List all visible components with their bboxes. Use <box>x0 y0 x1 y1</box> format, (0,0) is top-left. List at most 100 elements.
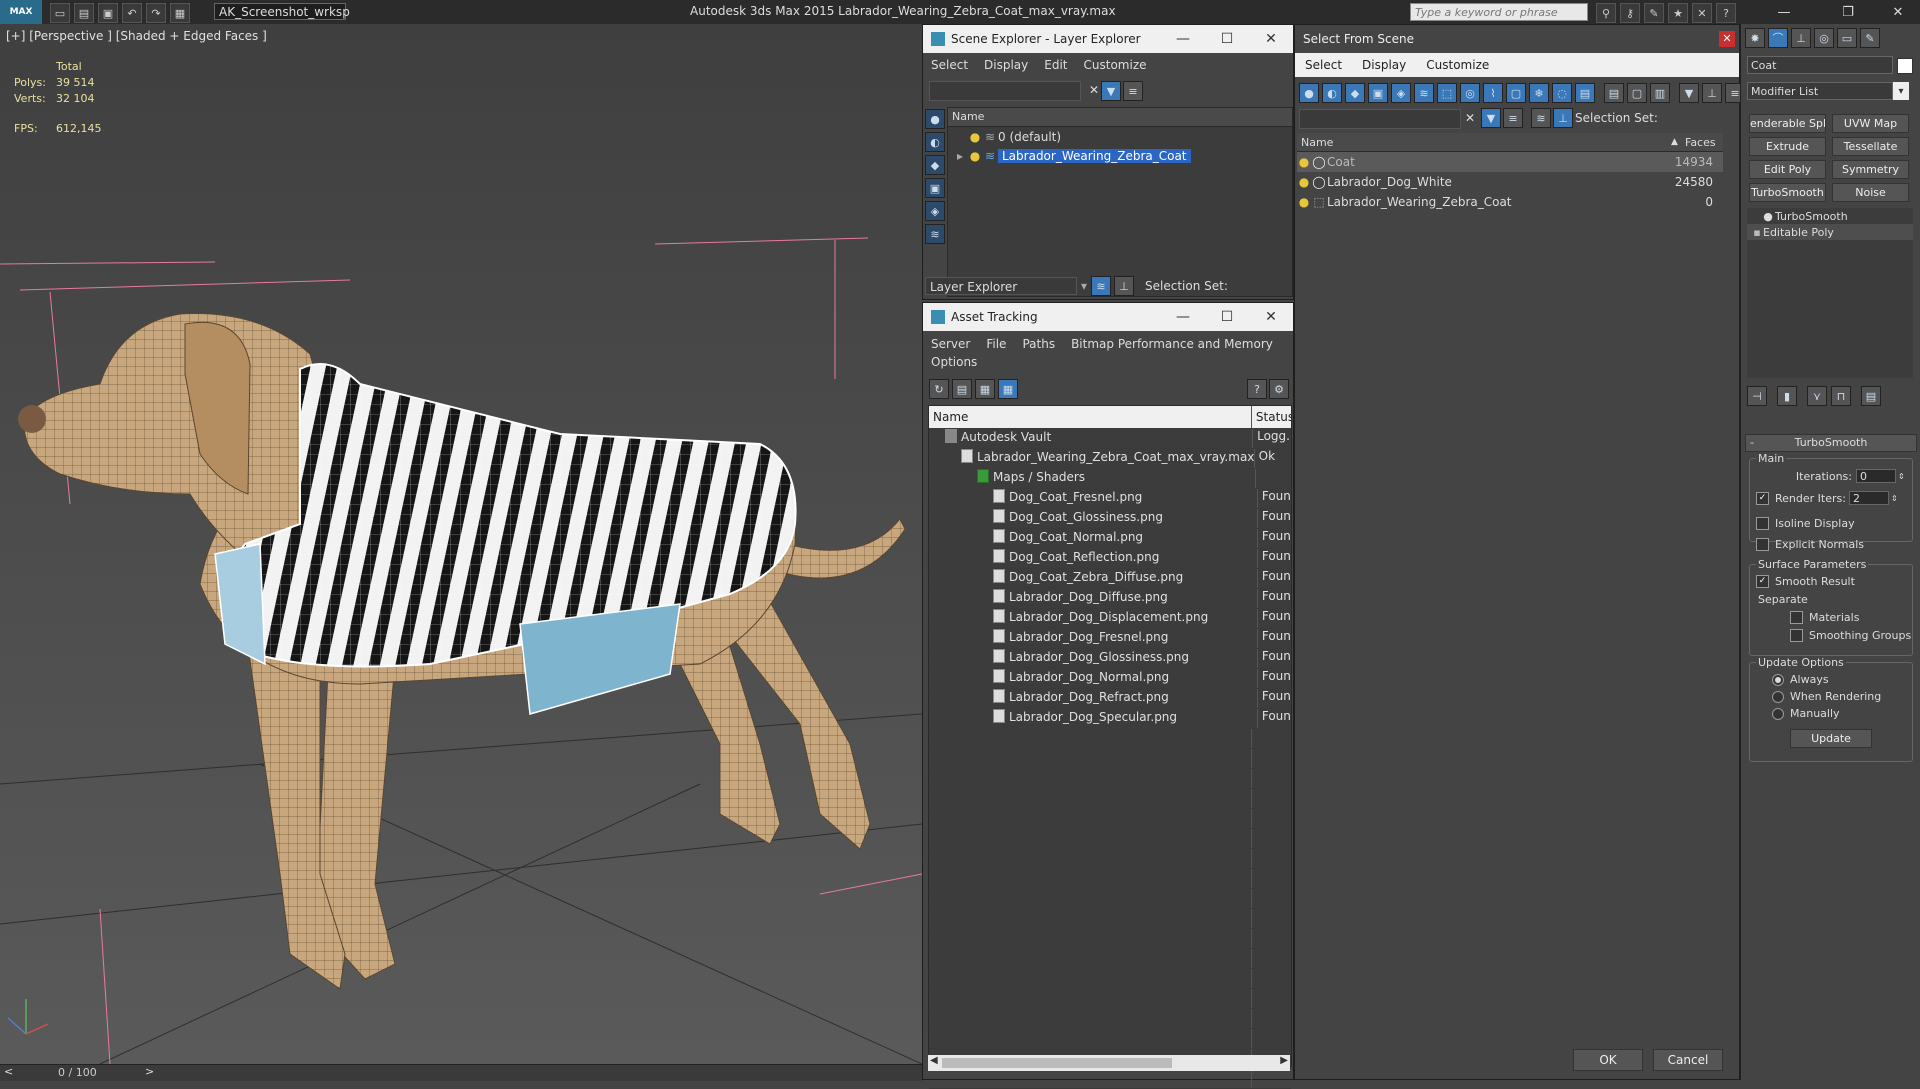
layer-tool-icon[interactable]: ≡ <box>1123 81 1143 101</box>
select-search-input[interactable] <box>1299 109 1461 129</box>
star-icon[interactable]: ★ <box>1668 3 1688 23</box>
display-groups-icon[interactable]: ⬚ <box>1437 83 1457 103</box>
asset-row[interactable]: Labrador_Dog_Specular.png Found <box>929 709 1291 729</box>
display-all-icon[interactable]: ▤ <box>1575 83 1595 103</box>
configure-sets-icon[interactable]: ▤ <box>1861 386 1881 406</box>
smooth-result-checkbox[interactable]: ✓ <box>1756 575 1769 588</box>
column-header-faces[interactable]: Faces <box>1681 136 1716 149</box>
search-input[interactable]: Type a keyword or phrase <box>1410 3 1588 21</box>
bulb-icon[interactable]: ● <box>1761 210 1775 223</box>
x-icon[interactable]: ✕ <box>1692 3 1712 23</box>
object-row-coat[interactable]: ● ◯ Coat 14934 <box>1297 152 1723 172</box>
display-bones-icon[interactable]: ⌇ <box>1483 83 1503 103</box>
binoculars-icon[interactable]: ⚲ <box>1596 3 1616 23</box>
redo-icon[interactable]: ↷ <box>146 3 166 23</box>
materials-row[interactable]: Materials <box>1790 611 1859 624</box>
layer-mode-icon[interactable]: ≋ <box>1531 108 1551 128</box>
pin-stack-icon[interactable]: ⊣ <box>1747 386 1767 406</box>
menu-paths[interactable]: Paths <box>1022 337 1055 351</box>
explorer-type-dropdown[interactable]: Layer Explorer <box>925 277 1077 295</box>
asset-row[interactable]: Maps / Shaders <box>929 469 1291 489</box>
display-spacewarps-icon[interactable]: ≋ <box>925 224 945 244</box>
close-icon[interactable]: ✕ <box>1719 31 1735 47</box>
undo-icon[interactable]: ↶ <box>122 3 142 23</box>
materials-checkbox[interactable] <box>1790 611 1803 624</box>
when-rendering-radio[interactable] <box>1772 690 1784 703</box>
menu-display[interactable]: Display <box>984 58 1028 72</box>
asset-row[interactable]: Dog_Coat_Zebra_Diffuse.png Found <box>929 569 1291 589</box>
uvw-map-button[interactable]: UVW Map <box>1832 114 1909 133</box>
make-unique-icon[interactable]: ⋎ <box>1807 386 1827 406</box>
clear-search-icon[interactable]: ✕ <box>1461 109 1479 127</box>
column-header-status[interactable]: Status <box>1252 406 1291 428</box>
menu-bitmap-performance[interactable]: Bitmap Performance and Memory <box>1071 337 1273 351</box>
display-shapes-icon[interactable]: ◐ <box>1322 83 1342 103</box>
explicit-normals-row[interactable]: Explicit Normals <box>1756 538 1864 551</box>
scroll-left-icon[interactable]: ◀ <box>930 1055 938 1066</box>
hierarchy-icon[interactable]: ⊥ <box>1702 83 1722 103</box>
filter-icon[interactable]: ▼ <box>1101 81 1121 101</box>
display-frozen-icon[interactable]: ❄ <box>1529 83 1549 103</box>
project-folder-icon[interactable]: ▦ <box>170 3 190 23</box>
hierarchy-icon[interactable]: ⊥ <box>1114 276 1134 296</box>
display-cameras-icon[interactable]: ▣ <box>925 178 945 198</box>
spinner-arrows-icon[interactable]: ⇕ <box>1891 494 1898 503</box>
subscription-icon[interactable]: ✎ <box>1644 3 1664 23</box>
thumbnail-view-icon[interactable]: ▦ <box>975 379 995 399</box>
layer-row-default[interactable]: ● ≋ 0 (default) <box>948 127 1292 146</box>
asset-row[interactable]: Labrador_Dog_Glossiness.png Found <box>929 649 1291 669</box>
display-xrefs-icon[interactable]: ◎ <box>1460 83 1480 103</box>
minimize-icon[interactable]: — <box>1161 303 1205 331</box>
asset-row[interactable]: Dog_Coat_Glossiness.png Found <box>929 509 1291 529</box>
layer-row-labrador[interactable]: ▸ ● ≋ Labrador_Wearing_Zebra_Coat <box>948 146 1292 165</box>
expand-arrow-icon[interactable]: ▸ <box>952 149 968 163</box>
smooth-result-row[interactable]: ✓ Smooth Result <box>1756 575 1855 588</box>
display-geometry-icon[interactable]: ● <box>925 109 945 129</box>
filter-icon[interactable]: ▼ <box>1679 83 1699 103</box>
asset-row[interactable]: Dog_Coat_Fresnel.png Found <box>929 489 1291 509</box>
key-icon[interactable]: ⚷ <box>1620 3 1640 23</box>
layer-mode-icon[interactable]: ≋ <box>1091 276 1111 296</box>
close-icon[interactable]: ✕ <box>1249 303 1293 331</box>
menu-options[interactable]: Options <box>931 355 977 369</box>
hierarchy-mode-icon[interactable]: ⊥ <box>1553 108 1573 128</box>
close-window-icon[interactable]: ✕ <box>1880 2 1916 22</box>
bulb-icon[interactable]: ● <box>968 130 982 144</box>
scrollbar-thumb[interactable] <box>942 1058 1172 1068</box>
noise-button[interactable]: Noise <box>1832 183 1909 202</box>
display-lights-icon[interactable]: ◆ <box>925 155 945 175</box>
object-row-labrador-layer[interactable]: ● ⬚ Labrador_Wearing_Zebra_Coat 0 <box>1297 192 1723 212</box>
display-lights-icon[interactable]: ◆ <box>1345 83 1365 103</box>
menu-select[interactable]: Select <box>1305 53 1342 77</box>
isoline-checkbox[interactable] <box>1756 517 1769 530</box>
modify-tab-icon[interactable]: ⌒ <box>1768 28 1788 48</box>
sort-ascending-icon[interactable]: ▲ <box>1671 137 1681 147</box>
asset-row[interactable]: Labrador_Dog_Fresnel.png Found <box>929 629 1291 649</box>
spinner-arrows-icon[interactable]: ⇕ <box>1898 472 1905 481</box>
display-cameras-icon[interactable]: ▣ <box>1368 83 1388 103</box>
display-tab-icon[interactable]: ▭ <box>1837 28 1857 48</box>
menu-select[interactable]: Select <box>931 58 968 72</box>
app-logo-icon[interactable]: MAX <box>0 0 42 24</box>
bulb-icon[interactable]: ● <box>1297 175 1311 189</box>
bulb-icon[interactable]: ● <box>968 149 982 163</box>
scene-explorer-titlebar[interactable]: Scene Explorer - Layer Explorer — ☐ ✕ <box>923 25 1293 53</box>
asset-row[interactable]: Labrador_Dog_Displacement.png Found <box>929 609 1291 629</box>
render-iters-spinner[interactable]: 2 <box>1849 491 1889 505</box>
scene-explorer-search-input[interactable] <box>929 81 1081 101</box>
when-rendering-row[interactable]: When Rendering <box>1772 690 1881 703</box>
modifier-list-dropdown[interactable]: Modifier List <box>1747 82 1893 100</box>
asset-tracking-titlebar[interactable]: Asset Tracking — ☐ ✕ <box>923 303 1293 331</box>
settings-icon[interactable]: ⚙ <box>1269 379 1289 399</box>
asset-row[interactable]: Dog_Coat_Normal.png Found <box>929 529 1291 549</box>
time-next-icon[interactable]: > <box>145 1065 154 1078</box>
maximize-icon[interactable]: ☐ <box>1205 25 1249 53</box>
cancel-button[interactable]: Cancel <box>1653 1049 1723 1071</box>
always-radio[interactable] <box>1772 673 1784 686</box>
select-none-icon[interactable]: ▢ <box>1627 83 1647 103</box>
create-tab-icon[interactable]: ✸ <box>1745 28 1765 48</box>
symmetry-button[interactable]: Symmetry <box>1832 160 1909 179</box>
motion-tab-icon[interactable]: ◎ <box>1814 28 1834 48</box>
tessellate-button[interactable]: Tessellate <box>1832 137 1909 156</box>
time-slider[interactable]: < 0 / 100 > <box>0 1064 922 1081</box>
